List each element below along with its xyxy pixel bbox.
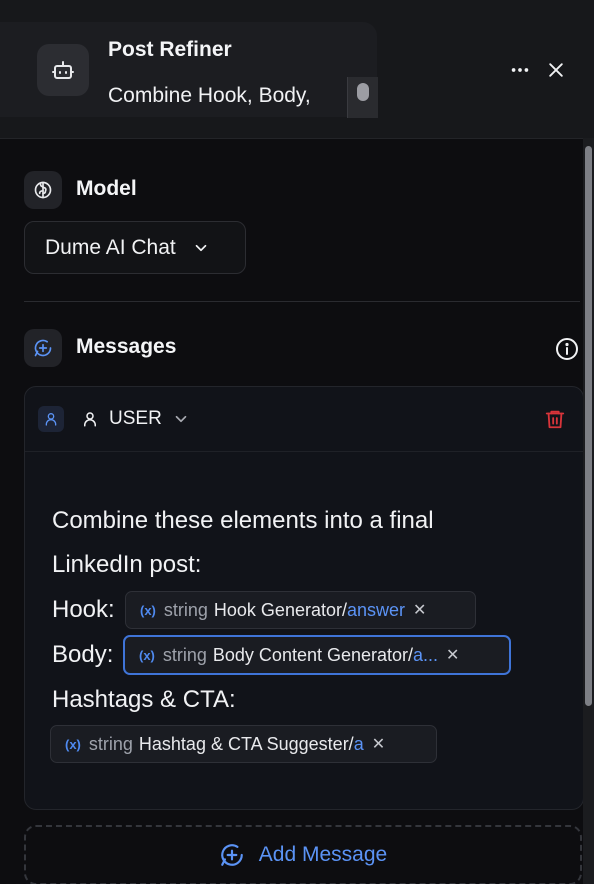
user-icon [84, 412, 96, 427]
scrollbar-thumb[interactable] [585, 146, 592, 706]
brain-icon [24, 171, 62, 209]
variable-type: string [88, 733, 133, 754]
more-horizontal-icon [511, 68, 529, 72]
user-role-icon [38, 406, 64, 432]
chevron-down-icon [175, 415, 187, 423]
variable-node: Body Content Generator/ [212, 644, 414, 665]
add-message-label: Add Message [258, 843, 388, 866]
remove-variable-icon[interactable]: ✕ [372, 734, 385, 754]
model-select[interactable]: Dume AI Chat [24, 221, 246, 274]
trash-icon [545, 410, 565, 429]
panel-header: Post Refiner Combine Hook, Body, [0, 0, 594, 139]
remove-variable-icon[interactable]: ✕ [413, 600, 426, 620]
variable-node: Hashtag & CTA Suggester/ [138, 733, 354, 754]
message-text-line[interactable]: LinkedIn post: [52, 551, 201, 579]
variable-chip-selected[interactable]: (x) string Body Content Generator/ a... … [123, 635, 511, 675]
role-label: USER [109, 408, 162, 429]
message-text-line[interactable]: Hook: [52, 596, 115, 624]
message-text-line[interactable]: Hashtags & CTA: [52, 686, 236, 714]
role-select[interactable]: USER [81, 405, 190, 433]
description-scroll-handle[interactable] [347, 77, 378, 118]
message-card-header: USER [25, 387, 583, 452]
node-description[interactable]: Combine Hook, Body, [108, 84, 311, 108]
add-message-button[interactable]: Add Message [24, 825, 582, 884]
message-text-line[interactable]: Body: [52, 641, 113, 669]
section-divider [24, 301, 580, 302]
message-text-line[interactable]: Combine these elements into a final [52, 507, 434, 535]
variable-icon: (x) [65, 736, 81, 752]
node-title[interactable]: Post Refiner [108, 38, 232, 62]
variable-chip[interactable]: (x) string Hook Generator/ answer ✕ [125, 591, 476, 629]
model-section-label: Model [76, 177, 137, 200]
variable-field: a... [413, 644, 439, 665]
variable-node: Hook Generator/ [213, 599, 347, 620]
remove-variable-icon[interactable]: ✕ [446, 645, 459, 665]
variable-field: a [353, 733, 364, 754]
delete-message-button[interactable] [541, 405, 569, 433]
add-circle-icon [219, 842, 245, 868]
messages-section-label: Messages [76, 335, 177, 358]
variable-type: string [162, 644, 207, 665]
info-icon [556, 338, 578, 360]
node-settings-panel: Post Refiner Combine Hook, Body, Model D… [0, 0, 594, 884]
message-plus-icon [24, 329, 62, 367]
more-options-button[interactable] [506, 56, 534, 84]
variable-chip[interactable]: (x) string Hashtag & CTA Suggester/ a ✕ [50, 725, 437, 763]
variable-field: answer [346, 599, 406, 620]
robot-icon [37, 44, 89, 96]
close-button[interactable] [542, 56, 570, 84]
variable-type: string [163, 599, 208, 620]
close-icon [549, 63, 563, 77]
info-button[interactable] [554, 336, 580, 362]
variable-icon: (x) [140, 602, 156, 618]
panel-scrollbar[interactable] [583, 138, 594, 884]
message-card: USER Combine these elements into a final… [24, 386, 584, 810]
chevron-down-icon [192, 239, 210, 257]
model-select-value: Dume AI Chat [45, 235, 176, 259]
variable-icon: (x) [139, 647, 155, 663]
